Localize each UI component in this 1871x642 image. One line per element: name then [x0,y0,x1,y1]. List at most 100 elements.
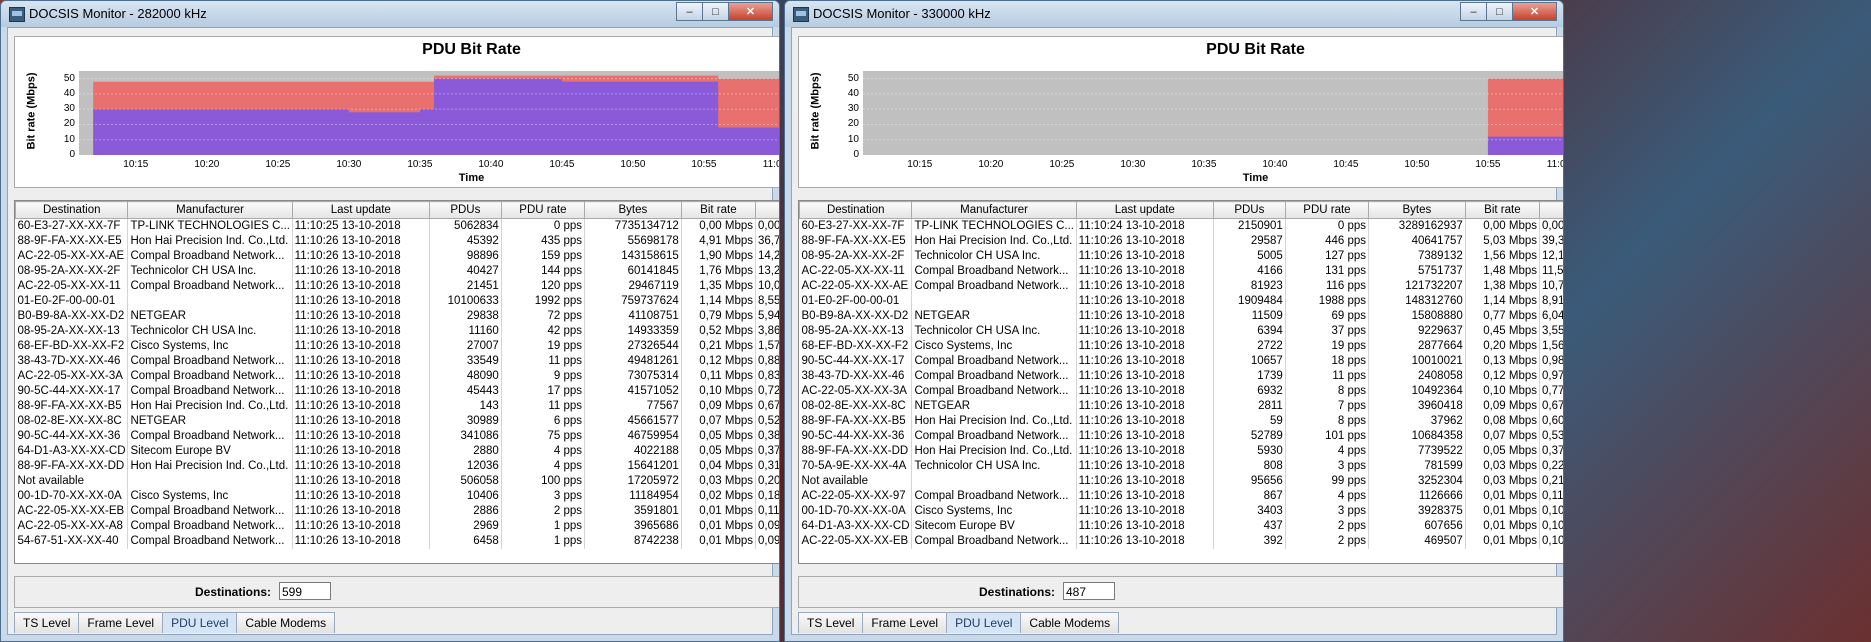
table-row[interactable]: 00-1D-70-XX-XX-0A Cisco Systems, Inc 11:10… [15,489,779,504]
tab-ts-level[interactable]: TS Level [14,612,80,633]
destinations-table[interactable]: Destination Manufacturer Last update PDUs PD… [14,200,779,564]
pdu-rate-cell: 7 pps [1285,399,1370,414]
table-row[interactable]: 00-1D-70-XX-XX-0A Cisco Systems, Inc 11:10… [799,504,1563,519]
percent-text: 10,79% [1541,280,1564,292]
table-row[interactable]: AC-22-05-XX-XX-11 Compal Broadband Networ… [799,264,1563,279]
table-row[interactable]: 01-E0-2F-00-00-01 11:10:26 13-10-2018 1909… [799,294,1563,309]
table-row[interactable]: Not available 11:10:26 13-10-2018 95656 99 … [799,474,1563,489]
maximize-button[interactable]: □ [1486,2,1513,21]
table-row[interactable]: 90-5C-44-XX-XX-36 Compal Broadband Networ… [799,429,1563,444]
table-row[interactable]: 88-9F-FA-XX-XX-B5 Hon Hai Precision Ind. … [799,414,1563,429]
percent-text: 0,00% [1541,220,1564,232]
table-row[interactable]: 08-02-8E-XX-XX-8C NETGEAR 11:10:26 13-10-2… [15,414,779,429]
table-row[interactable]: 68-EF-BD-XX-XX-F2 Cisco Systems, Inc 11:10… [15,339,779,354]
minimize-button[interactable]: – [1460,2,1487,21]
table-row[interactable]: 08-95-2A-XX-XX-13 Technicolor CH USA Inc.… [15,324,779,339]
close-button[interactable]: ✕ [1512,2,1557,21]
column-header[interactable]: PDUs [428,201,502,219]
destination-cell: 08-02-8E-XX-XX-8C [799,399,913,414]
table-row[interactable]: AC-22-05-XX-XX-97 Compal Broadband Networ… [799,489,1563,504]
table-row[interactable]: AC-22-05-XX-XX-EB Compal Broadband Networ… [15,504,779,519]
column-header[interactable]: PDUs [1212,201,1286,219]
close-button[interactable]: ✕ [728,2,773,21]
table-row[interactable]: 90-5C-44-XX-XX-17 Compal Broadband Networ… [15,384,779,399]
last-update-cell: 11:10:26 13-10-2018 [1076,324,1214,339]
table-row[interactable]: 08-95-2A-XX-XX-2F Technicolor CH USA Inc.… [799,249,1563,264]
table-row[interactable]: 38-43-7D-XX-XX-46 Compal Broadband Networ… [15,354,779,369]
column-header[interactable]: Percent [1538,201,1563,219]
table-row[interactable]: 08-95-2A-XX-XX-2F Technicolor CH USA Inc.… [15,264,779,279]
last-update-cell: 11:10:26 13-10-2018 [1076,534,1214,549]
tab-ts-level[interactable]: TS Level [798,612,864,633]
table-row[interactable]: 88-9F-FA-XX-XX-B5 Hon Hai Precision Ind. … [15,399,779,414]
tab-frame-level[interactable]: Frame Level [862,612,948,633]
pdus-cell: 30989 [429,414,502,429]
table-row[interactable]: 60-E3-27-XX-XX-7F TP-LINK TECHNOLOGIES C.… [799,218,1564,234]
table-row[interactable]: 60-E3-27-XX-XX-7F TP-LINK TECHNOLOGIES C.… [15,218,779,234]
x-tick-label: 10:35 [1191,159,1217,170]
column-header[interactable]: Last update [291,201,430,219]
column-header[interactable]: Manufacturer [127,201,293,219]
table-row[interactable]: 68-EF-BD-XX-XX-F2 Cisco Systems, Inc 11:10… [799,339,1563,354]
table-row[interactable]: 90-5C-44-XX-XX-36 Compal Broadband Networ… [15,429,779,444]
percent-text: 3,55% [1541,325,1564,337]
table-row[interactable]: 64-D1-A3-XX-XX-CD Sitecom Europe BV 11:10:… [15,444,779,459]
manufacturer-cell: Compal Broadband Network... [127,504,293,519]
column-header[interactable]: PDU rate [500,201,586,219]
table-row[interactable]: AC-22-05-XX-XX-11 Compal Broadband Networ… [15,279,779,294]
minimize-button[interactable]: – [676,2,703,21]
destinations-table[interactable]: Destination Manufacturer Last update PDUs PD… [798,200,1564,564]
table-row[interactable]: 88-9F-FA-XX-XX-E5 Hon Hai Precision Ind. … [15,234,779,249]
table-row[interactable]: 01-E0-2F-00-00-01 11:10:26 13-10-2018 1010… [15,294,779,309]
table-row[interactable]: 88-9F-FA-XX-XX-E5 Hon Hai Precision Ind. … [799,234,1563,249]
pdu-rate-cell: 120 pps [501,279,586,294]
column-header[interactable]: Last update [1075,201,1214,219]
last-update-cell: 11:10:26 13-10-2018 [1076,369,1214,384]
tab-frame-level[interactable]: Frame Level [78,612,164,633]
column-header[interactable]: Bit rate [680,201,756,219]
table-row[interactable]: AC-22-05-XX-XX-AE Compal Broadband Networ… [799,279,1564,294]
column-header[interactable]: Percent [754,201,779,219]
manufacturer-cell: Technicolor CH USA Inc. [127,264,293,279]
column-header[interactable]: Manufacturer [911,201,1077,219]
table-row[interactable]: 54-67-51-XX-XX-40 Compal Broadband Networ… [15,534,779,549]
column-header[interactable]: Bytes [584,201,682,219]
pdus-cell: 506058 [429,474,502,489]
destinations-count-field[interactable]: 487 [1063,582,1115,600]
tab-cable-modems[interactable]: Cable Modems [1020,612,1120,633]
table-row[interactable]: 88-9F-FA-XX-XX-DD Hon Hai Precision Ind. … [799,444,1563,459]
table-row[interactable]: B0-B9-8A-XX-XX-D2 NETGEAR 11:10:26 13-10-2… [15,309,779,324]
table-row[interactable]: AC-22-05-XX-XX-3A Compal Broadband Networ… [799,384,1563,399]
table-row[interactable]: 38-43-7D-XX-XX-46 Compal Broadband Networ… [799,369,1563,384]
destinations-bar: Destinations: 487 [798,576,1563,608]
table-row[interactable]: B0-B9-8A-XX-XX-D2 NETGEAR 11:10:26 13-10-2… [799,309,1563,324]
title-bar[interactable]: DOCSIS Monitor - 330000 kHz – □ ✕ [785,1,1563,27]
title-bar[interactable]: DOCSIS Monitor - 282000 kHz – □ ✕ [1,1,779,27]
table-row[interactable]: 90-5C-44-XX-XX-17 Compal Broadband Networ… [799,354,1563,369]
percent-cell: 0,38% [755,429,779,444]
column-header[interactable]: Destination [15,201,129,219]
tab-cable-modems[interactable]: Cable Modems [236,612,336,633]
bit-rate-cell: 1,48 Mbps [1465,264,1540,279]
table-row[interactable]: 64-D1-A3-XX-XX-CD Sitecom Europe BV 11:10:… [799,519,1563,534]
table-row[interactable]: 08-95-2A-XX-XX-13 Technicolor CH USA Inc.… [799,324,1564,339]
table-row[interactable]: AC-22-05-XX-XX-3A Compal Broadband Networ… [15,369,779,384]
pdu-rate-cell: 6 pps [501,414,586,429]
destinations-count-field[interactable]: 599 [279,582,331,600]
column-header[interactable]: Destination [799,201,913,219]
tab-pdu-level[interactable]: PDU Level [162,612,238,633]
table-row[interactable]: Not available 11:10:26 13-10-2018 506058 10… [15,474,779,489]
table-row[interactable]: AC-22-05-XX-XX-A8 Compal Broadband Networ… [15,519,779,534]
table-row[interactable]: 88-9F-FA-XX-XX-DD Hon Hai Precision Ind. … [15,459,779,474]
column-header[interactable]: Bytes [1368,201,1466,219]
bytes-cell: 3928375 [1368,504,1466,519]
x-tick-label: 10:20 [978,159,1004,170]
table-row[interactable]: AC-22-05-XX-XX-EB Compal Broadband Networ… [799,534,1563,549]
column-header[interactable]: Bit rate [1464,201,1540,219]
table-row[interactable]: 08-02-8E-XX-XX-8C NETGEAR 11:10:26 13-10-2… [799,399,1563,414]
tab-pdu-level[interactable]: PDU Level [946,612,1022,633]
table-row[interactable]: 70-5A-9E-XX-XX-4A Technicolor CH USA Inc.… [799,459,1563,474]
column-header[interactable]: PDU rate [1284,201,1370,219]
maximize-button[interactable]: □ [702,2,729,21]
table-row[interactable]: AC-22-05-XX-XX-AE Compal Broadband Networ… [15,249,779,264]
